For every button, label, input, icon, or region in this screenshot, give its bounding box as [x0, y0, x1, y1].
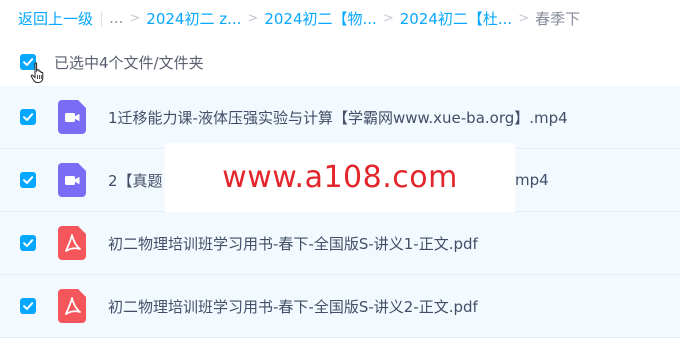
breadcrumb-item[interactable]: 2024初二【物...	[264, 8, 376, 29]
check-icon	[23, 302, 34, 310]
breadcrumb-ellipsis[interactable]: ...	[109, 9, 123, 27]
selection-count-text: 已选中4个文件/文件夹	[54, 53, 204, 72]
file-checkbox[interactable]	[20, 172, 36, 188]
file-checkbox[interactable]	[20, 109, 36, 125]
selection-bar: 已选中4个文件/文件夹	[0, 44, 680, 80]
pdf-file-icon	[58, 226, 86, 260]
video-file-icon	[58, 163, 86, 197]
file-checkbox[interactable]	[20, 298, 36, 314]
chevron-right-icon: >	[382, 10, 394, 26]
chevron-right-icon: >	[247, 10, 259, 26]
breadcrumb-item[interactable]: 2024初二【杜...	[400, 8, 512, 29]
check-icon	[23, 239, 34, 247]
video-file-icon	[58, 100, 86, 134]
check-icon	[23, 113, 34, 121]
file-row[interactable]: 1迁移能力课-液体压强实验与计算【学霸网www.xue-ba.org】.mp4	[0, 86, 680, 149]
file-list: 1迁移能力课-液体压强实验与计算【学霸网www.xue-ba.org】.mp4 …	[0, 86, 680, 338]
file-name[interactable]: 初二物理培训班学习用书-春下-全国版S-讲义1-正文.pdf	[108, 233, 478, 254]
breadcrumb-divider: |	[99, 9, 105, 27]
chevron-right-icon: >	[129, 10, 141, 26]
check-icon	[23, 176, 34, 184]
watermark-overlay: www.a108.com	[165, 143, 515, 212]
file-row[interactable]: 初二物理培训班学习用书-春下-全国版S-讲义2-正文.pdf	[0, 275, 680, 338]
breadcrumb: 返回上一级 | ... > 2024初二 z... > 2024初二【物... …	[18, 6, 678, 30]
file-checkbox[interactable]	[20, 235, 36, 251]
breadcrumb-current: 春季下	[535, 9, 581, 28]
file-name[interactable]: 1迁移能力课-液体压强实验与计算【学霸网www.xue-ba.org】.mp4	[108, 107, 568, 128]
file-name[interactable]: 初二物理培训班学习用书-春下-全国版S-讲义2-正文.pdf	[108, 296, 478, 317]
file-name[interactable]: 2【真题	[108, 170, 163, 191]
breadcrumb-item[interactable]: 2024初二 z...	[146, 8, 241, 29]
back-link[interactable]: 返回上一级	[18, 8, 93, 29]
file-row[interactable]: 初二物理培训班学习用书-春下-全国版S-讲义1-正文.pdf	[0, 212, 680, 275]
hand-cursor-icon	[30, 62, 44, 83]
chevron-right-icon: >	[518, 10, 530, 26]
file-name-tail: mp4	[515, 171, 549, 189]
pdf-file-icon	[58, 289, 86, 323]
